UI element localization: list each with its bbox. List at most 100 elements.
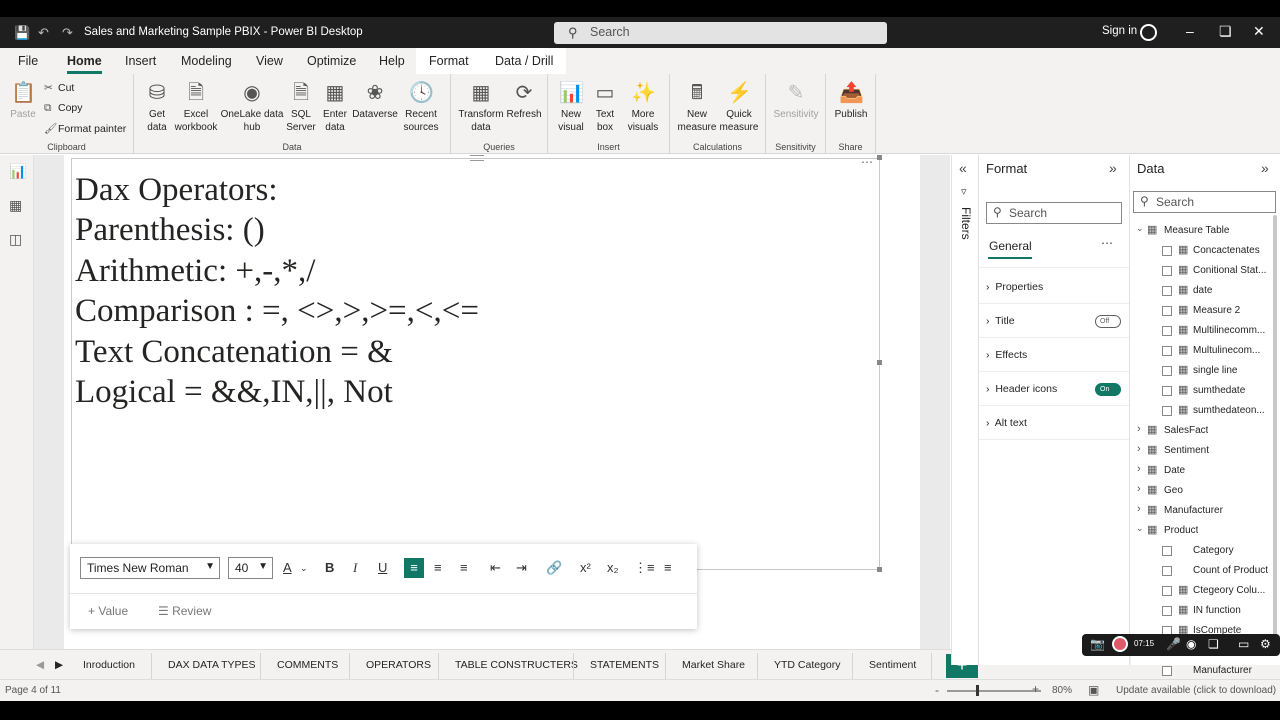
sensitivity-button[interactable]: ✎ Sensitivity — [771, 80, 821, 121]
field-item[interactable]: sumthedateon... — [1193, 405, 1273, 416]
redo-icon[interactable]: ↷ — [62, 25, 73, 41]
page-tab-table-constructers[interactable]: TABLE CONSTRUCTERS — [455, 659, 578, 671]
chevron-down-icon[interactable]: ⌄ — [1136, 523, 1144, 534]
table-name[interactable]: Manufacturer — [1164, 505, 1223, 516]
collapse-right-icon[interactable]: » — [1109, 160, 1117, 176]
field-item[interactable]: Ctegeory Colu... — [1193, 585, 1273, 596]
section-effects[interactable]: › Effects — [986, 349, 1027, 361]
zoom-in-icon[interactable]: + — [1032, 682, 1039, 696]
sign-in-link[interactable]: Sign in — [1102, 25, 1137, 37]
tab-insert[interactable]: Insert — [125, 54, 156, 68]
table-view-icon[interactable]: ▦ — [9, 197, 22, 214]
window-icon[interactable]: ❏ — [1208, 637, 1219, 651]
field-checkbox[interactable] — [1162, 386, 1172, 396]
enter-data-button[interactable]: ▦ Enter data — [318, 80, 352, 134]
chevron-right-icon[interactable]: › — [1137, 503, 1141, 515]
field-item[interactable]: Category — [1193, 545, 1273, 556]
data-pane-scrollbar[interactable] — [1273, 215, 1277, 635]
page-tab-market-share[interactable]: Market Share — [682, 659, 745, 671]
onelake-button[interactable]: ◉ OneLake data hub — [220, 80, 284, 134]
cut-button[interactable]: ✂ Cut — [44, 82, 74, 94]
field-checkbox[interactable] — [1162, 546, 1172, 556]
product-table-name[interactable]: Product — [1164, 525, 1198, 536]
header-icons-toggle[interactable]: On — [1095, 383, 1121, 396]
dataverse-button[interactable]: ❀ Dataverse — [352, 80, 398, 121]
field-item[interactable]: Multulinecom... — [1193, 345, 1273, 356]
drag-grip[interactable] — [470, 155, 484, 161]
section-properties[interactable]: › Properties — [986, 281, 1043, 293]
page-tab-comments[interactable]: COMMENTS — [277, 659, 338, 671]
field-checkbox[interactable] — [1162, 346, 1172, 356]
zoom-slider-thumb[interactable] — [976, 685, 979, 696]
numbered-list-icon[interactable]: ≡ — [664, 560, 672, 575]
title-search-box[interactable]: ⚲ Search — [554, 22, 887, 44]
bullet-list-icon[interactable]: ⋮≡ — [634, 560, 655, 576]
section-title[interactable]: › Title — [986, 315, 1015, 327]
field-checkbox[interactable] — [1162, 366, 1172, 376]
page-tab-operators[interactable]: OPERATORS — [350, 659, 447, 682]
chevron-down-icon[interactable]: ⌄ — [300, 563, 308, 574]
field-item[interactable]: Conitional Stat... — [1193, 265, 1273, 276]
scroll-left-icon[interactable]: ◀ — [36, 659, 44, 671]
refresh-button[interactable]: ⟳ Refresh — [505, 80, 543, 121]
subscript-icon[interactable]: x₂ — [607, 560, 619, 575]
field-checkbox[interactable] — [1162, 406, 1172, 416]
font-color-icon[interactable]: A — [283, 560, 292, 575]
measure-table-name[interactable]: Measure Table — [1164, 225, 1229, 236]
field-item[interactable]: Multilinecomm... — [1193, 325, 1273, 336]
more-options-icon[interactable]: ⋯ — [1101, 236, 1113, 250]
tab-view[interactable]: View — [256, 54, 283, 68]
chevron-right-icon[interactable]: › — [1137, 483, 1141, 495]
fit-page-icon[interactable]: ▣ — [1088, 683, 1099, 697]
title-toggle[interactable]: Off — [1095, 315, 1121, 328]
tab-data-drill[interactable]: Data / Drill — [495, 54, 553, 68]
sql-server-button[interactable]: 🗎 SQL Server — [284, 80, 318, 134]
tab-format[interactable]: Format — [429, 54, 469, 68]
chevron-right-icon[interactable]: › — [1137, 443, 1141, 455]
field-checkbox[interactable] — [1162, 246, 1172, 256]
format-painter-button[interactable]: 🖌Format painter — [44, 122, 126, 135]
get-data-button[interactable]: ⛁ Get data — [140, 80, 174, 134]
new-visual-button[interactable]: 📊 New visual — [554, 80, 588, 134]
bold-icon[interactable]: B — [325, 560, 334, 575]
record-icon[interactable] — [1112, 636, 1128, 652]
increase-indent-icon[interactable]: ⇥ — [516, 560, 527, 576]
screen-icon[interactable]: ▭ — [1238, 637, 1249, 651]
field-item[interactable]: Manufacturer — [1193, 665, 1273, 676]
more-visuals-button[interactable]: ✨ More visuals — [622, 80, 664, 134]
value-button[interactable]: + Value — [88, 604, 128, 618]
chevron-right-icon[interactable]: › — [1137, 423, 1141, 435]
font-family-select[interactable]: Times New Roman ▼ — [80, 557, 220, 579]
filters-label[interactable]: Filters — [959, 207, 973, 240]
camera-icon[interactable]: 📷 — [1090, 637, 1105, 651]
field-checkbox[interactable] — [1162, 586, 1172, 596]
font-size-select[interactable]: 40 ▼ — [228, 557, 273, 579]
tab-home[interactable]: Home — [67, 54, 102, 74]
section-header-icons[interactable]: › Header icons — [986, 383, 1057, 395]
field-checkbox[interactable] — [1162, 566, 1172, 576]
publish-button[interactable]: 📤 Publish — [832, 80, 870, 121]
zoom-slider[interactable] — [947, 690, 1041, 692]
save-icon[interactable]: 💾 — [14, 25, 30, 41]
superscript-icon[interactable]: x² — [580, 560, 591, 575]
webcam-icon[interactable]: ◉ — [1186, 637, 1196, 651]
field-item[interactable]: single line — [1193, 365, 1273, 376]
field-item[interactable]: Count of Product — [1193, 565, 1275, 576]
table-name[interactable]: Date — [1164, 465, 1185, 476]
field-checkbox[interactable] — [1162, 266, 1172, 276]
align-center-icon[interactable]: ≡ — [434, 560, 442, 575]
settings-gear-icon[interactable]: ⚙ — [1260, 637, 1271, 651]
align-left-icon[interactable]: ≡ — [404, 558, 424, 578]
page-tab-ytd-category[interactable]: YTD Category — [774, 659, 841, 671]
tab-file[interactable]: File — [18, 54, 38, 68]
underline-icon[interactable]: U — [378, 560, 387, 575]
microphone-icon[interactable]: 🎤 — [1166, 637, 1181, 651]
data-search-input[interactable]: ⚲ Search — [1133, 191, 1276, 213]
field-checkbox[interactable] — [1162, 606, 1172, 616]
copy-button[interactable]: ⧉ Copy — [44, 102, 83, 115]
zoom-out-icon[interactable]: - — [935, 683, 939, 697]
text-box-button[interactable]: ▭ Text box — [590, 80, 620, 134]
resize-handle-tr[interactable] — [877, 155, 882, 160]
decrease-indent-icon[interactable]: ⇤ — [490, 560, 501, 576]
field-item[interactable]: sumthedate — [1193, 385, 1273, 396]
